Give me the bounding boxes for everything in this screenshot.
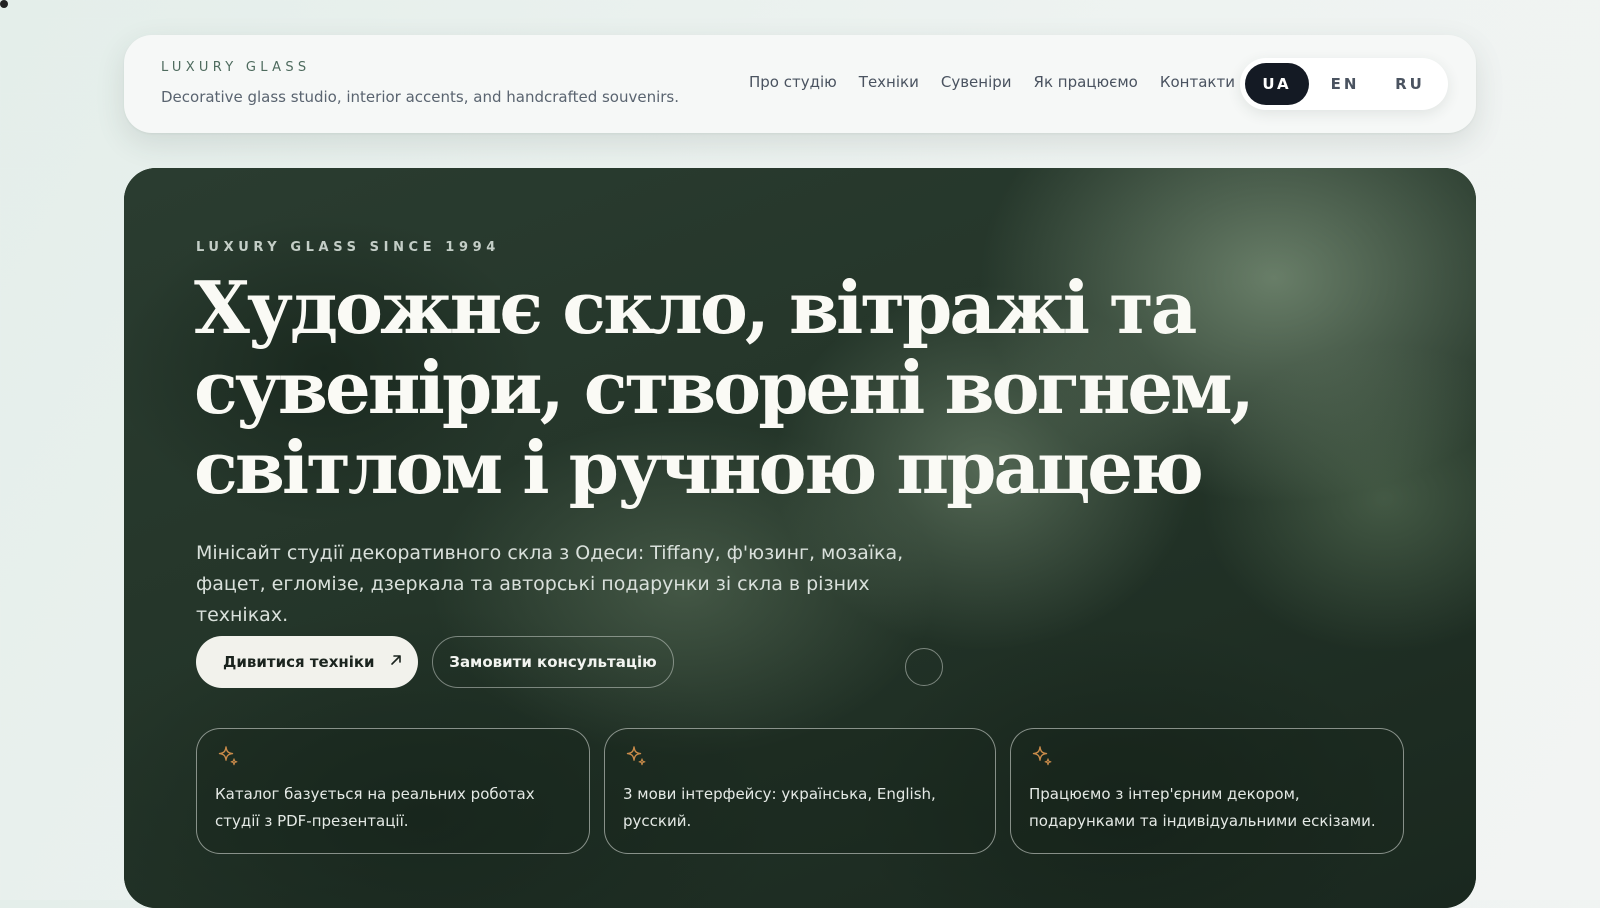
language-button-ru[interactable]: RU	[1378, 63, 1442, 105]
feature-cards: Каталог базується на реальних роботах ст…	[196, 728, 1404, 854]
view-techniques-button[interactable]: Дивитися техніки	[196, 636, 418, 688]
nav-item-how-we-work[interactable]: Як працюємо	[1034, 73, 1138, 91]
nav-item-contacts[interactable]: Контакти	[1160, 73, 1235, 91]
feature-card-services: Працюємо з інтер'єрним декором, подарунк…	[1010, 728, 1404, 854]
hero-lead: Мінісайт студії декоративного скла з Оде…	[196, 542, 904, 626]
hero-title: Художнє скло, вітражі та сувеніри, створ…	[194, 265, 1255, 510]
hero-section: LUXURY GLASS SINCE 1994 Художнє скло, ві…	[124, 168, 1476, 908]
cursor-dot	[0, 0, 8, 8]
sparkle-icon	[217, 745, 239, 767]
hero-eyebrow: LUXURY GLASS SINCE 1994	[196, 240, 500, 255]
nav-item-techniques[interactable]: Техніки	[859, 73, 919, 91]
brand-name[interactable]: LUXURY GLASS	[161, 60, 310, 75]
nav-item-about[interactable]: Про студію	[749, 73, 837, 91]
cursor-ring	[905, 648, 943, 686]
order-consultation-label: Замовити консультацію	[449, 653, 657, 671]
main-nav: Про студію Техніки Сувеніри Як працюємо …	[749, 73, 1235, 91]
feature-card-text: Працюємо з інтер'єрним декором, подарунк…	[1029, 785, 1376, 830]
feature-card-catalog: Каталог базується на реальних роботах ст…	[196, 728, 590, 854]
language-button-ua[interactable]: UA	[1245, 63, 1309, 105]
arrow-up-right-icon	[390, 654, 402, 670]
nav-item-souvenirs[interactable]: Сувеніри	[941, 73, 1012, 91]
sparkle-icon	[625, 745, 647, 767]
view-techniques-label: Дивитися техніки	[223, 653, 375, 671]
brand-tagline: Decorative glass studio, interior accent…	[161, 88, 680, 106]
order-consultation-button[interactable]: Замовити консультацію	[432, 636, 674, 688]
feature-card-text: 3 мови інтерфейсу: українська, English, …	[623, 785, 936, 830]
site-header: LUXURY GLASS Decorative glass studio, in…	[124, 35, 1476, 133]
feature-card-text: Каталог базується на реальних роботах ст…	[215, 785, 535, 830]
language-switcher: UA EN RU	[1240, 58, 1448, 110]
language-button-en[interactable]: EN	[1313, 63, 1377, 105]
feature-card-languages: 3 мови інтерфейсу: українська, English, …	[604, 728, 996, 854]
sparkle-icon	[1031, 745, 1053, 767]
